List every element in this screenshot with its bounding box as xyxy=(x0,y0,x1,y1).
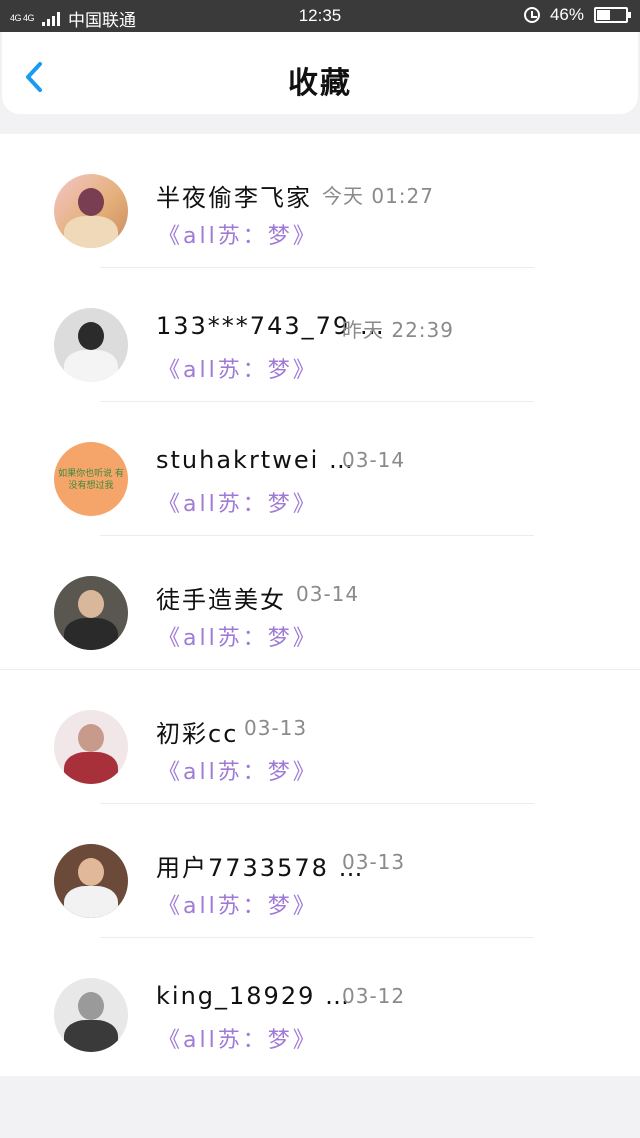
avatar[interactable] xyxy=(54,174,128,248)
list-item[interactable]: 初彩cc 03-13 《all苏：梦》 xyxy=(0,670,640,804)
battery-icon xyxy=(594,7,631,23)
list-item[interactable]: 如果你也听说 有没有想过我 stuhakrtwei … 03-14 《all苏：… xyxy=(0,402,640,536)
username: 半夜偷李飞家 xyxy=(156,184,312,212)
timestamp: 昨天 22:39 xyxy=(342,318,454,342)
status-right: 46% xyxy=(523,5,631,25)
avatar-text: 如果你也听说 有没有想过我 xyxy=(58,469,124,491)
subtitle: 《all苏：梦》 xyxy=(158,894,318,919)
alarm-icon xyxy=(523,7,540,23)
battery-fill xyxy=(597,10,610,20)
avatar[interactable] xyxy=(54,576,128,650)
timestamp: 今天 01:27 xyxy=(322,184,434,208)
list-item[interactable]: 徒手造美女 03-14 《all苏：梦》 xyxy=(0,536,640,670)
subtitle: 《all苏：梦》 xyxy=(158,224,318,249)
username: king_18929 … xyxy=(156,982,351,1010)
list-item[interactable]: 133***743_79 … 昨天 22:39 《all苏：梦》 xyxy=(0,268,640,402)
username: 用户7733578 … xyxy=(156,854,365,882)
timestamp: 03-14 xyxy=(296,582,360,606)
timestamp: 03-12 xyxy=(342,984,406,1008)
favorites-list: 半夜偷李飞家 今天 01:27 《all苏：梦》 133***743_79 … … xyxy=(0,134,640,1076)
subtitle: 《all苏：梦》 xyxy=(158,492,318,517)
username: 初彩cc xyxy=(156,720,239,748)
username: 徒手造美女 xyxy=(156,586,286,614)
list-item[interactable]: 半夜偷李飞家 今天 01:27 《all苏：梦》 xyxy=(0,134,640,268)
list-item[interactable]: 用户7733578 … 03-13 《all苏：梦》 xyxy=(0,804,640,938)
list-item[interactable]: king_18929 … 03-12 《all苏：梦》 xyxy=(0,938,640,1072)
avatar[interactable] xyxy=(54,978,128,1052)
avatar[interactable] xyxy=(54,308,128,382)
avatar[interactable] xyxy=(54,844,128,918)
timestamp: 03-14 xyxy=(342,448,406,472)
timestamp: 03-13 xyxy=(342,850,406,874)
username: stuhakrtwei … xyxy=(156,446,355,474)
status-bar: 4G 4G 中国联通 12:35 46% xyxy=(0,0,640,32)
page-title: 收藏 xyxy=(288,66,352,101)
timestamp: 03-13 xyxy=(244,716,308,740)
subtitle: 《all苏：梦》 xyxy=(158,358,318,383)
subtitle: 《all苏：梦》 xyxy=(158,626,318,651)
subtitle: 《all苏：梦》 xyxy=(158,760,318,785)
subtitle: 《all苏：梦》 xyxy=(158,1028,318,1053)
header: 收藏 xyxy=(2,32,638,114)
avatar[interactable] xyxy=(54,710,128,784)
battery-percent: 46% xyxy=(549,5,584,24)
avatar[interactable]: 如果你也听说 有没有想过我 xyxy=(54,442,128,516)
